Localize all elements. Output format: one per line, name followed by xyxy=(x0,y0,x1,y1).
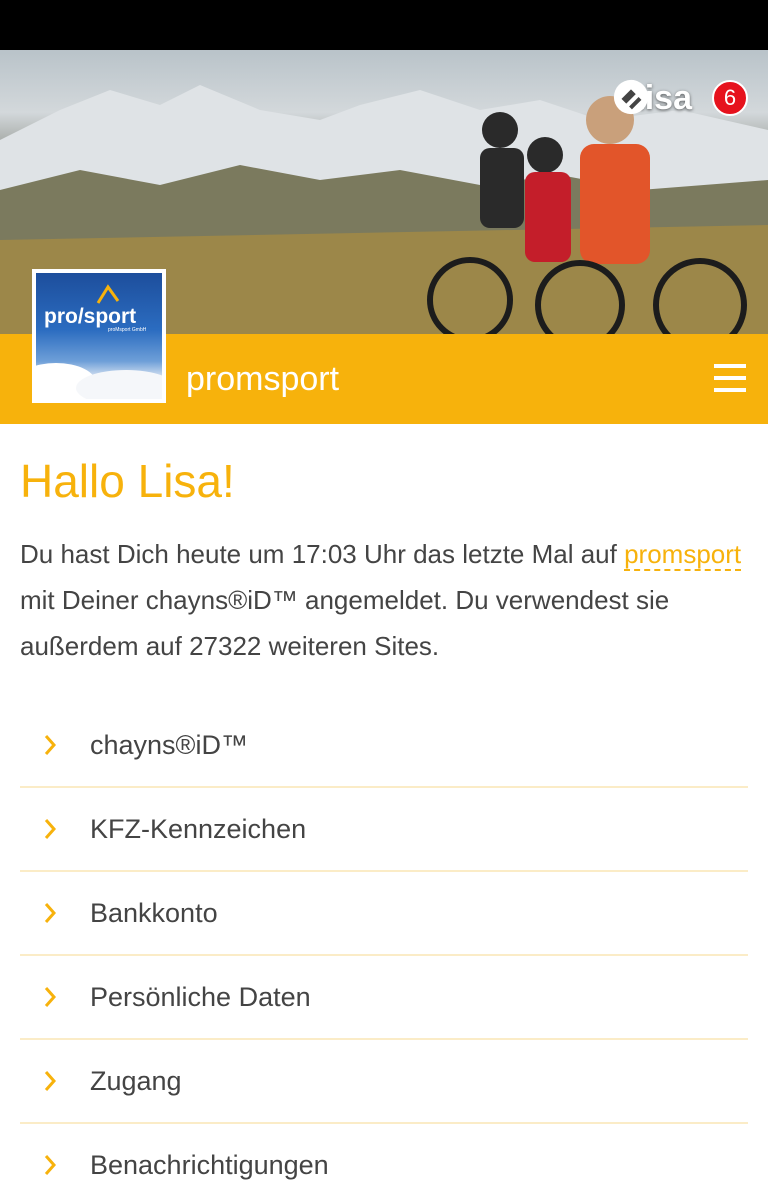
logo-clouds xyxy=(36,284,162,399)
info-text-before: Du hast Dich heute um 17:03 Uhr das letz… xyxy=(20,539,625,570)
info-text-after: mit Deiner chayns®iD™ angemeldet. Du ver… xyxy=(20,585,670,662)
chevron-right-icon xyxy=(44,1071,57,1091)
accordion-label: Persönliche Daten xyxy=(90,981,311,1012)
status-bar xyxy=(0,0,768,50)
accordion-item-benachrichtigungen[interactable]: Benachrichtigungen xyxy=(20,1124,748,1184)
chayns-icon xyxy=(613,79,649,115)
greeting-heading: Hallo Lisa! xyxy=(20,455,235,507)
logo-subtext: proMsport GmbH xyxy=(108,327,147,333)
hamburger-menu-icon[interactable] xyxy=(714,364,746,392)
accordion-label: Bankkonto xyxy=(90,897,218,928)
chevron-right-icon xyxy=(44,819,57,839)
chevron-right-icon xyxy=(44,987,57,1007)
settings-accordion: chayns®iD™ KFZ-Kennzeichen Bankkonto Per… xyxy=(20,704,748,1184)
notification-badge[interactable]: 6 xyxy=(712,80,748,116)
chevron-right-icon xyxy=(44,735,57,755)
accordion-item-zugang[interactable]: Zugang xyxy=(20,1040,748,1124)
login-info-text: Du hast Dich heute um 17:03 Uhr das letz… xyxy=(20,531,748,669)
accordion-label: chayns®iD™ xyxy=(90,729,248,760)
accordion-label: Benachrichtigungen xyxy=(90,1149,329,1180)
site-link[interactable]: promsport xyxy=(624,539,742,572)
site-logo: pro/sport proMsport GmbH xyxy=(32,269,166,403)
logo-text: pro/sport xyxy=(44,305,137,328)
user-chip[interactable]: Lisa 6 xyxy=(612,78,748,118)
accordion-item-persoenliche-daten[interactable]: Persönliche Daten xyxy=(20,956,748,1040)
chevron-right-icon xyxy=(44,1155,57,1175)
accordion-item-chayns-id[interactable]: chayns®iD™ xyxy=(20,704,748,788)
accordion-label: KFZ-Kennzeichen xyxy=(90,813,307,844)
main-content: Hallo Lisa! Du hast Dich heute um 17:03 … xyxy=(20,454,748,669)
accordion-label: Zugang xyxy=(90,1065,182,1096)
site-title: promsport xyxy=(186,360,340,398)
accordion-item-kfz-kennzeichen[interactable]: KFZ-Kennzeichen xyxy=(20,788,748,872)
accordion-item-bankkonto[interactable]: Bankkonto xyxy=(20,872,748,956)
chevron-right-icon xyxy=(44,903,57,923)
